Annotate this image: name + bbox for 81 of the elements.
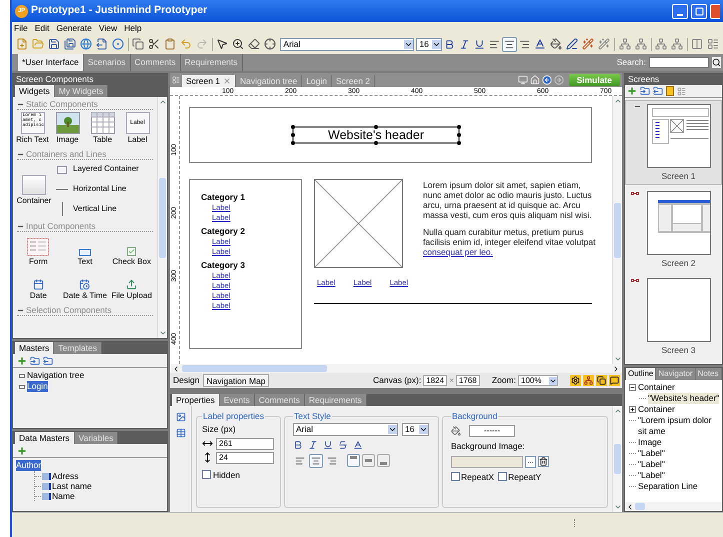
paragraph-link[interactable]: consequat per leo. bbox=[423, 247, 493, 257]
color-field[interactable]: ------ bbox=[469, 424, 515, 437]
canvas-size-label: Canvas (px): bbox=[373, 374, 422, 387]
outline-item[interactable]: Image bbox=[638, 437, 662, 448]
master-item[interactable]: Login bbox=[27, 381, 48, 392]
document-tab[interactable]: Screen 1 bbox=[182, 75, 236, 87]
checkbox-label: RepeatY bbox=[508, 470, 542, 484]
group-title: Text Style bbox=[293, 410, 332, 423]
widget-label[interactable]: Text bbox=[78, 258, 92, 266]
checkbox-label: Hidden bbox=[213, 468, 240, 482]
paragraph: Lorem ipsum dolor sit amet, sapien etiam, nunc amet dolor ac odio mauris justo. Luctus arcu, urna praesent at id quisque ac. Arcu massa vesti, cum eros quis aliquam nisl wisi. bbox=[423, 180, 593, 220]
canvas-width-field[interactable]: 1824 bbox=[423, 375, 448, 386]
screen-item[interactable]: Screen 2 bbox=[625, 186, 722, 272]
search-label: Search: bbox=[616, 56, 646, 69]
screen-name: Screen 3 bbox=[661, 344, 696, 356]
width-field[interactable]: 261 bbox=[216, 438, 274, 450]
widget-label[interactable]: Form bbox=[28, 258, 48, 266]
outline-item[interactable]: "Label" bbox=[638, 470, 665, 481]
panel-header: Screens bbox=[625, 74, 722, 85]
widget-label[interactable]: Rich Text bbox=[16, 136, 49, 144]
size-label: Size (px) bbox=[202, 422, 237, 436]
font-dropdown[interactable]: Arial bbox=[280, 38, 414, 50]
checkbox-label: RepeatX bbox=[461, 470, 494, 484]
category-title: Category 2 bbox=[201, 226, 245, 237]
data-attribute[interactable]: Name bbox=[52, 491, 75, 501]
size-dropdown[interactable]: 16 bbox=[402, 422, 429, 436]
paragraph: Nulla quam curabitur metus, pretium purus facilisis enim id, integer eleifend vitae volutpat consequat per leo. bbox=[423, 227, 596, 257]
tab[interactable]: Masters bbox=[15, 342, 54, 354]
category-title: Category 3 bbox=[201, 260, 245, 271]
times-sign: × bbox=[449, 374, 454, 386]
size-dropdown[interactable]: 16 bbox=[416, 38, 442, 50]
widget-label[interactable]: Label bbox=[128, 136, 148, 144]
widget-label[interactable]: Layered Container bbox=[73, 163, 139, 175]
screen-name: Screen 1 bbox=[661, 170, 696, 183]
menu-item[interactable]: File bbox=[14, 24, 28, 32]
group-title: Label properties bbox=[202, 410, 265, 423]
view-tab[interactable]: Navigation Map bbox=[203, 374, 269, 387]
master-item[interactable]: Navigation tree bbox=[27, 370, 84, 381]
zoom-label: Zoom: bbox=[492, 374, 516, 387]
widget-label[interactable]: Check Box bbox=[112, 258, 151, 266]
widget-label[interactable]: Date bbox=[30, 292, 47, 300]
view-tab[interactable]: Design bbox=[171, 374, 202, 387]
outline-item[interactable]: "Website's header" bbox=[648, 393, 720, 404]
menu-item[interactable]: Edit bbox=[34, 24, 50, 32]
background-image-label: Background Image: bbox=[451, 440, 526, 452]
widget-label[interactable]: Date & Time bbox=[62, 292, 107, 300]
data-master-item[interactable]: Author bbox=[16, 460, 42, 471]
header-text: Website's header bbox=[328, 128, 424, 142]
menu-item[interactable]: Help bbox=[124, 24, 142, 32]
widget-label[interactable]: Table bbox=[92, 136, 112, 144]
screen-item[interactable]: Screen 3 bbox=[625, 274, 722, 358]
tab[interactable]: Outline bbox=[626, 368, 656, 380]
outline-item[interactable]: Container bbox=[638, 382, 675, 393]
data-attribute[interactable]: Adress bbox=[52, 471, 78, 481]
outline-item[interactable]: Container bbox=[638, 404, 675, 415]
outline-item[interactable]: "Lorem ipsum dolor sit ame bbox=[638, 415, 722, 437]
font-dropdown[interactable]: Arial bbox=[293, 422, 398, 436]
menu-item[interactable]: Generate bbox=[56, 24, 92, 32]
category-title: Category 1 bbox=[201, 192, 245, 203]
height-field[interactable]: 24 bbox=[216, 452, 274, 464]
screen-name: Screen 2 bbox=[661, 256, 696, 270]
outline-item[interactable]: "Label" bbox=[638, 448, 665, 459]
widget-label[interactable]: Vertical Line bbox=[73, 203, 117, 215]
outline-item[interactable]: Separation Line bbox=[638, 481, 698, 492]
menu-item[interactable]: View bbox=[98, 24, 118, 32]
tab[interactable]: Properties bbox=[172, 394, 220, 406]
tab[interactable]: Widgets bbox=[15, 85, 55, 97]
widget-label[interactable]: File Upload bbox=[111, 292, 152, 300]
panel-header: Screen Components bbox=[13, 74, 167, 85]
canvas-height-field[interactable]: 1768 bbox=[456, 375, 480, 386]
outline-item[interactable]: "Label" bbox=[638, 459, 665, 470]
tab[interactable]: *User Interface bbox=[18, 54, 84, 71]
widget-label[interactable]: Image bbox=[56, 136, 79, 144]
widget-label[interactable]: Horizontal Line bbox=[73, 183, 126, 195]
window-title: Prototype1 - Justinmind Prototyper bbox=[31, 3, 208, 18]
widget-label[interactable]: Container bbox=[16, 197, 52, 205]
tab[interactable]: Data Masters bbox=[15, 432, 75, 444]
group-title: Background bbox=[451, 410, 498, 423]
zoom-dropdown[interactable]: 100% bbox=[518, 375, 558, 386]
screen-item[interactable]: Screen 1 bbox=[625, 100, 722, 185]
data-attribute[interactable]: Last name bbox=[52, 481, 92, 491]
